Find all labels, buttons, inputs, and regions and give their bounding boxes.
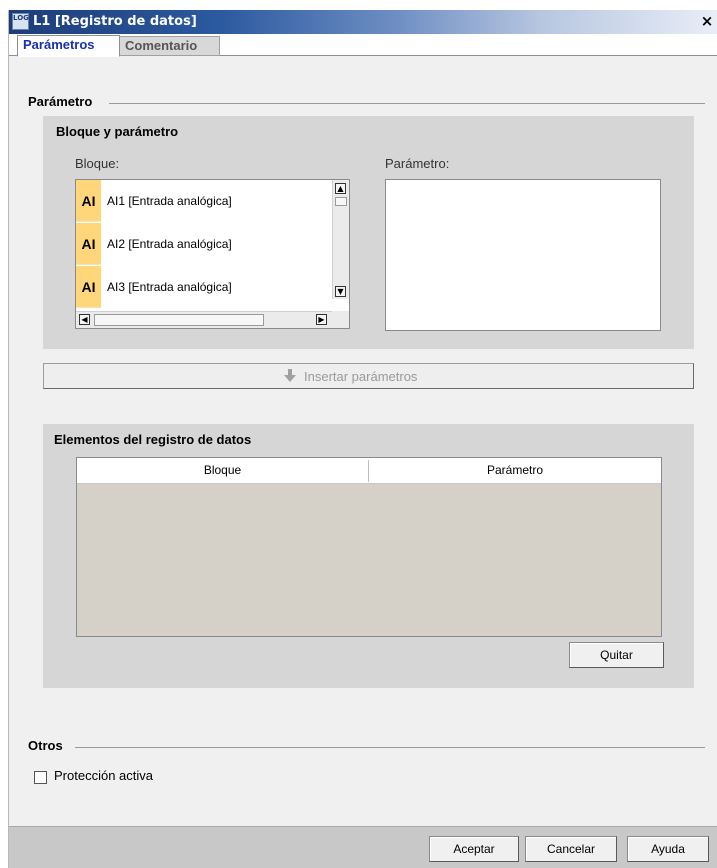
help-button[interactable]: Ayuda [627, 836, 709, 862]
parametro-section-title: Parámetro [28, 94, 97, 109]
remove-button[interactable]: Quitar [569, 642, 664, 668]
scroll-right-icon[interactable]: ▶ [316, 314, 327, 325]
section-divider [75, 747, 705, 748]
column-header-parametro[interactable]: Parámetro [369, 458, 661, 484]
dialog-footer: Aceptar Cancelar Ayuda [9, 826, 717, 868]
bloque-listbox[interactable]: AI AI1 [Entrada analógica] AI AI2 [Entra… [75, 179, 350, 329]
scrollbar-corner [332, 311, 349, 328]
table-header: Bloque Parámetro [77, 458, 661, 484]
analog-input-icon: AI [76, 223, 101, 265]
otros-section-title: Otros [28, 738, 67, 753]
list-item[interactable]: AI AI3 [Entrada analógica] [76, 266, 328, 308]
section-divider [109, 103, 705, 104]
scroll-left-icon[interactable]: ◀ [79, 314, 90, 325]
scroll-thumb[interactable] [335, 197, 347, 206]
list-item-label: AI3 [Entrada analógica] [107, 280, 232, 294]
group-title: Bloque y parámetro [56, 124, 179, 139]
protection-checkbox-label[interactable]: Protección activa [54, 768, 153, 783]
analog-input-icon: AI [76, 180, 101, 222]
scroll-up-icon[interactable]: ▲ [335, 183, 346, 194]
list-item[interactable]: AI AI2 [Entrada analógica] [76, 223, 328, 265]
title-bar[interactable]: LOGO L1 [Registro de datos] × [9, 10, 717, 34]
list-item[interactable]: AI AI1 [Entrada analógica] [76, 180, 328, 222]
scroll-down-icon[interactable]: ▼ [335, 286, 346, 297]
scroll-thumb[interactable] [94, 314, 264, 326]
arrow-down-icon [284, 369, 296, 382]
list-item-label: AI1 [Entrada analógica] [107, 194, 232, 208]
bloque-label: Bloque: [75, 156, 120, 171]
insert-parameters-button[interactable]: Insertar parámetros [43, 363, 694, 389]
registro-datos-dialog: LOGO L1 [Registro de datos] × Parámetros… [8, 10, 717, 868]
list-item-label: AI2 [Entrada analógica] [107, 237, 232, 251]
tab-strip: Parámetros Comentario [9, 34, 717, 57]
analog-input-icon: AI [76, 266, 101, 308]
tab-comentario[interactable]: Comentario [120, 36, 220, 56]
horizontal-scrollbar[interactable]: ◀ ▶ [76, 311, 332, 328]
close-icon[interactable]: × [698, 13, 716, 31]
column-header-bloque[interactable]: Bloque [77, 458, 368, 484]
logo-app-icon: LOGO [12, 13, 35, 30]
group-title: Elementos del registro de datos [54, 432, 252, 447]
insert-parameters-label: Insertar parámetros [304, 369, 418, 384]
elements-table[interactable]: Bloque Parámetro [76, 457, 662, 637]
tab-parametros[interactable]: Parámetros [17, 35, 120, 57]
bloque-parametro-group: Bloque y parámetro Bloque: Parámetro: AI… [43, 116, 694, 349]
window-title: L1 [Registro de datos] [33, 14, 197, 29]
parametro-label: Parámetro: [385, 156, 450, 171]
cancel-button[interactable]: Cancelar [525, 836, 617, 862]
parametro-listbox[interactable] [385, 179, 661, 331]
protection-checkbox[interactable] [34, 771, 47, 784]
vertical-scrollbar[interactable]: ▲ ▼ [332, 180, 349, 299]
ok-button[interactable]: Aceptar [429, 836, 519, 862]
